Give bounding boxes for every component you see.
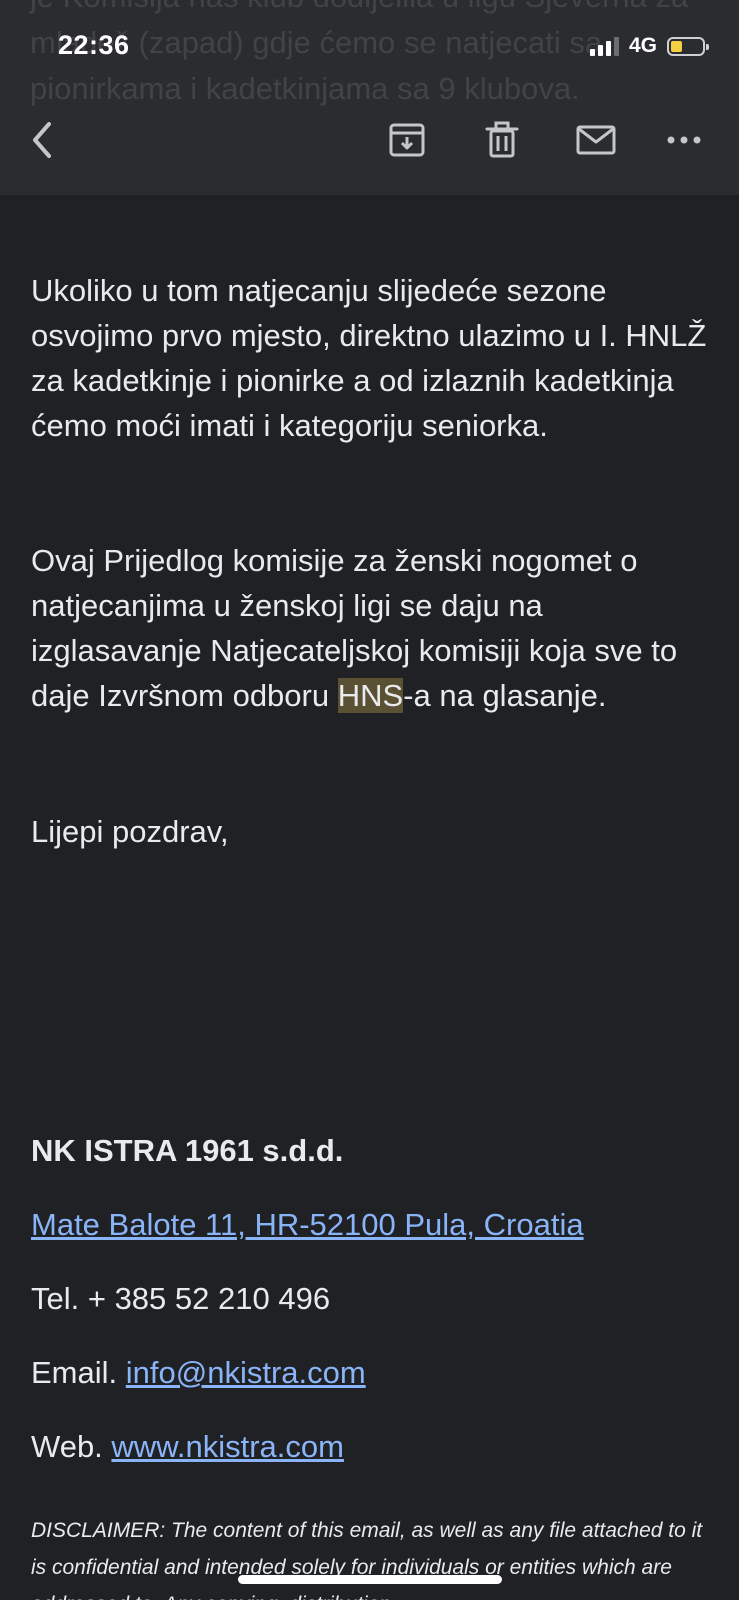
chevron-left-icon [33, 122, 51, 158]
battery-icon [667, 36, 709, 56]
mark-unread-button[interactable] [574, 118, 618, 162]
email-screen: je Komisija naš klub dodijelila u ligu S… [0, 0, 739, 1600]
more-horizontal-icon [667, 136, 701, 144]
battery-level [671, 40, 682, 52]
signature-web-row: Web. www.nkistra.com [31, 1429, 344, 1465]
email-paragraph-2: Ovaj Prijedlog komisije za ženski nogome… [31, 538, 721, 718]
signature-email-row: Email. info@nkistra.com [31, 1355, 366, 1391]
signature-org-name: NK ISTRA 1961 s.d.d. [31, 1133, 344, 1168]
highlighted-term[interactable]: HNS [337, 678, 404, 713]
archive-button[interactable] [385, 118, 429, 162]
signal-icon [589, 36, 619, 56]
web-label: Web. [31, 1429, 103, 1464]
address-link[interactable]: Mate Balote 11, HR-52100 Pula, Croatia [31, 1207, 584, 1242]
delete-button[interactable] [480, 118, 524, 162]
network-type: 4G [628, 34, 657, 57]
trash-icon [485, 121, 519, 158]
web-link[interactable]: www.nkistra.com [111, 1429, 344, 1464]
top-bar: je Komisija naš klub dodijelila u ligu S… [0, 0, 739, 195]
email-body: Ukoliko u tom natjecanju slijedeće sezon… [31, 268, 721, 854]
paragraph-2-end: -a na glasanje. [403, 678, 607, 713]
email-paragraph-1: Ukoliko u tom natjecanju slijedeće sezon… [31, 273, 707, 443]
signature-tel[interactable]: Tel. + 385 52 210 496 [31, 1281, 330, 1317]
status-indicators: 4G [589, 34, 709, 58]
email-label: Email. [31, 1355, 118, 1390]
disclaimer-text: DISCLAIMER: The content of this email, a… [31, 1519, 703, 1600]
mail-icon [576, 125, 616, 155]
back-button[interactable] [20, 118, 64, 162]
archive-icon [389, 123, 425, 157]
signature-address[interactable]: Mate Balote 11, HR-52100 Pula, Croatia [31, 1207, 584, 1243]
more-button[interactable] [662, 118, 706, 162]
status-time: 22:36 [58, 30, 130, 60]
greeting: Lijepi pozdrav, [31, 814, 229, 849]
email-link[interactable]: info@nkistra.com [126, 1355, 366, 1390]
home-indicator[interactable] [238, 1575, 502, 1584]
